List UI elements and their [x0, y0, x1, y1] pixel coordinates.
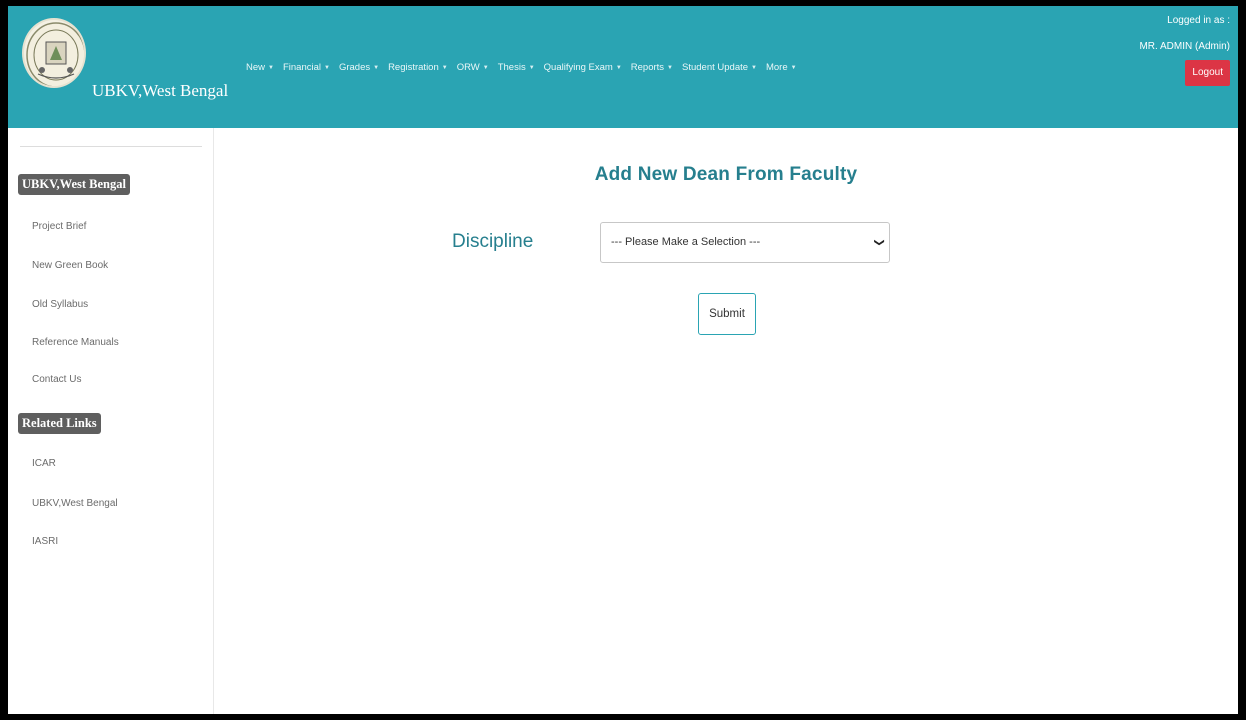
nav-orw-label: ORW: [456, 62, 480, 73]
sidebar-link-old-syllabus[interactable]: Old Syllabus: [32, 299, 88, 310]
sidebar-link-icar[interactable]: ICAR: [32, 458, 56, 469]
sidebar-link-ubkv[interactable]: UBKV,West Bengal: [32, 498, 118, 509]
chevron-down-icon: ▼: [268, 64, 274, 71]
sidebar-divider: [20, 146, 202, 147]
top-navbar: UBKV,West Bengal New ▼ Financial ▼ Grades ▼…: [8, 6, 1238, 128]
nav-thesis[interactable]: Thesis ▼: [498, 62, 535, 73]
nav-qualifying-exam-label: Qualifying Exam: [543, 62, 613, 73]
user-name: MR. ADMIN (Admin): [1139, 41, 1230, 52]
university-logo-icon[interactable]: [22, 18, 86, 88]
sidebar-section-related-links: Related Links: [18, 413, 101, 434]
discipline-select-value: --- Please Make a Selection ---: [611, 236, 761, 248]
logged-in-label: Logged in as :: [1167, 15, 1230, 26]
nav-new[interactable]: New ▼: [246, 62, 274, 73]
sidebar: UBKV,West Bengal Project Brief New Green…: [8, 128, 214, 714]
nav-registration[interactable]: Registration ▼: [388, 62, 448, 73]
discipline-select[interactable]: --- Please Make a Selection --- ❯: [600, 222, 890, 263]
nav-grades-label: Grades: [338, 62, 371, 73]
nav-thesis-label: Thesis: [497, 62, 526, 73]
sidebar-link-iasri[interactable]: IASRI: [32, 536, 58, 547]
chevron-down-icon: ▼: [324, 64, 330, 71]
nav-financial-label: Financial: [282, 62, 321, 73]
submit-button[interactable]: Submit: [698, 293, 756, 335]
sidebar-link-reference-manuals[interactable]: Reference Manuals: [32, 337, 119, 348]
sidebar-link-new-green-book[interactable]: New Green Book: [32, 260, 108, 271]
nav-more[interactable]: More ▼: [766, 62, 797, 73]
nav-grades[interactable]: Grades ▼: [339, 62, 379, 73]
sidebar-link-contact-us[interactable]: Contact Us: [32, 374, 81, 385]
nav-financial[interactable]: Financial ▼: [283, 62, 330, 73]
nav-reports-label: Reports: [630, 62, 665, 73]
chevron-down-icon: ▼: [373, 64, 380, 71]
main-content: Add New Dean From Faculty Discipline ---…: [214, 128, 1238, 714]
nav-student-update[interactable]: Student Update ▼: [682, 62, 757, 73]
chevron-down-icon: ▼: [667, 64, 673, 71]
nav-registration-label: Registration: [388, 62, 439, 73]
app-window: UBKV,West Bengal New ▼ Financial ▼ Grades ▼…: [8, 6, 1238, 714]
chevron-down-icon: ▼: [615, 64, 622, 71]
main-nav: New ▼ Financial ▼ Grades ▼ Registration ▼ OR…: [246, 62, 797, 73]
sidebar-section-ubkv: UBKV,West Bengal: [18, 174, 130, 195]
chevron-down-icon: ❯: [873, 238, 885, 247]
nav-reports[interactable]: Reports ▼: [631, 62, 673, 73]
nav-orw[interactable]: ORW ▼: [457, 62, 489, 73]
nav-student-update-label: Student Update: [682, 62, 749, 73]
nav-new-label: New: [246, 62, 266, 73]
nav-qualifying-exam[interactable]: Qualifying Exam ▼: [544, 62, 622, 73]
nav-more-label: More: [765, 62, 788, 73]
brand-title[interactable]: UBKV,West Bengal: [92, 81, 228, 101]
user-panel: Logged in as : MR. ADMIN (Admin) Logout: [1139, 14, 1230, 86]
discipline-label: Discipline: [452, 231, 534, 252]
chevron-down-icon: ▼: [441, 64, 448, 71]
chevron-down-icon: ▼: [790, 64, 797, 71]
chevron-down-icon: ▼: [528, 64, 535, 71]
chevron-down-icon: ▼: [482, 64, 489, 71]
logout-button[interactable]: Logout: [1185, 60, 1230, 86]
sidebar-link-project-brief[interactable]: Project Brief: [32, 221, 86, 232]
chevron-down-icon: ▼: [751, 64, 757, 71]
page-title: Add New Dean From Faculty: [594, 164, 858, 185]
